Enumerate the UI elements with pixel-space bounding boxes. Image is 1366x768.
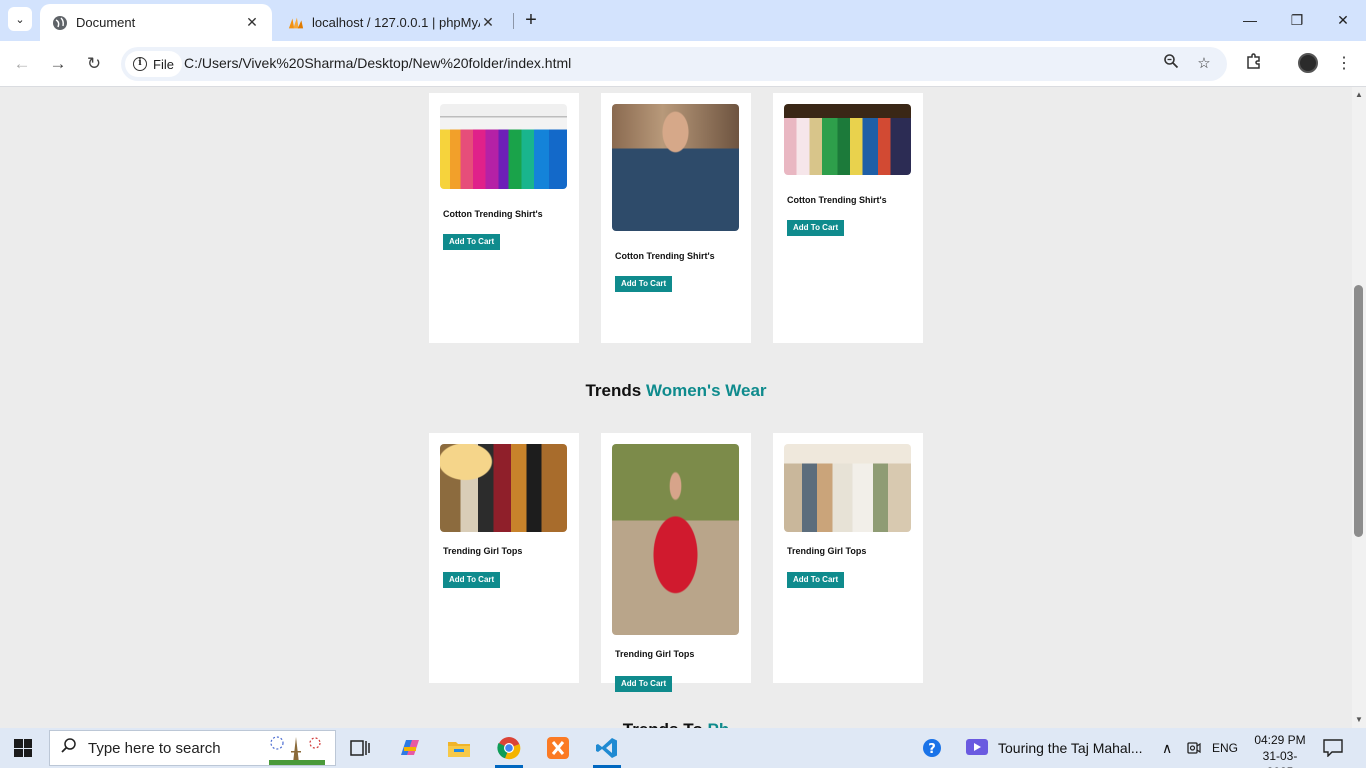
search-icon xyxy=(60,737,78,760)
product-title: Cotton Trending Shirt's xyxy=(787,195,887,205)
product-card: Trending Girl Tops Add To Cart xyxy=(773,433,923,683)
zoom-icon[interactable] xyxy=(1160,53,1182,75)
tab-divider xyxy=(513,13,514,29)
profile-avatar[interactable] xyxy=(1298,53,1318,73)
help-icon[interactable]: ? xyxy=(922,728,942,768)
product-card: Cotton Trending Shirt's Add To Cart xyxy=(601,93,751,343)
minimize-icon[interactable]: — xyxy=(1236,8,1264,32)
chrome-icon[interactable] xyxy=(489,732,529,768)
section-heading-womens-wear: Trends Women's Wear xyxy=(0,381,1352,401)
add-to-cart-button[interactable]: Add To Cart xyxy=(443,572,501,588)
product-card: Cotton Trending Shirt's Add To Cart xyxy=(429,93,579,343)
forward-arrow-icon[interactable]: → xyxy=(46,52,70,76)
vscode-icon[interactable] xyxy=(587,732,627,768)
task-view-icon[interactable] xyxy=(340,732,380,764)
page-content: Cotton Trending Shirt's Add To Cart Cott… xyxy=(0,87,1352,728)
taskbar-search-box[interactable]: Type here to search xyxy=(49,730,336,766)
reload-icon[interactable]: ↻ xyxy=(82,52,106,76)
new-tab-button[interactable]: + xyxy=(520,9,542,31)
windows-start-icon[interactable] xyxy=(14,739,32,757)
product-image xyxy=(612,104,739,231)
video-play-icon xyxy=(966,738,988,758)
extensions-icon[interactable] xyxy=(1242,52,1266,76)
close-tab-icon[interactable]: ✕ xyxy=(244,14,260,31)
phpmyadmin-icon xyxy=(288,15,304,31)
tab-strip: ⌄ Document ✕ localhost / 127.0.0.1 | php… xyxy=(0,0,1366,41)
copilot-icon[interactable] xyxy=(390,732,430,764)
close-window-icon[interactable]: ✕ xyxy=(1329,8,1357,32)
product-card: Trending Girl Tops Add To Cart xyxy=(601,433,751,692)
eiffel-tower-icon xyxy=(265,733,329,765)
product-title: Trending Girl Tops xyxy=(615,649,695,659)
more-menu-icon[interactable]: ⋮ xyxy=(1332,52,1356,76)
clock-date: 31-03-2025 xyxy=(1262,749,1298,768)
add-to-cart-button[interactable]: Add To Cart xyxy=(787,220,845,236)
url-text[interactable]: C:/Users/Vivek%20Sharma/Desktop/New%20fo… xyxy=(184,55,571,71)
product-image xyxy=(440,104,567,189)
heading-prefix: Trends xyxy=(585,381,642,400)
media-widget[interactable]: Touring the Taj Mahal... xyxy=(966,728,1143,768)
notifications-icon[interactable] xyxy=(1323,728,1343,768)
camera-tray-icon[interactable] xyxy=(1187,728,1201,768)
add-to-cart-button[interactable]: Add To Cart xyxy=(615,276,673,292)
product-image xyxy=(612,444,739,635)
windows-taskbar: Type here to search ? Touring the Taj Ma… xyxy=(0,728,1366,768)
tray-chevron-up-icon[interactable]: ∧ xyxy=(1162,728,1172,768)
add-to-cart-button[interactable]: Add To Cart xyxy=(443,234,501,250)
add-to-cart-button[interactable]: Add To Cart xyxy=(615,676,673,692)
heading-prefix: Trends To xyxy=(623,720,703,728)
product-title: Trending Girl Tops xyxy=(787,546,867,556)
svg-text:?: ? xyxy=(928,742,936,757)
heading-accent: Ph xyxy=(707,720,729,728)
chevron-down-icon: ⌄ xyxy=(15,13,25,26)
address-bar[interactable]: i File C:/Users/Vivek%20Sharma/Desktop/N… xyxy=(121,47,1227,81)
xampp-icon[interactable] xyxy=(538,732,578,764)
product-image xyxy=(440,444,567,532)
tab-search-button[interactable]: ⌄ xyxy=(8,7,32,31)
section-heading-partial: Trends To Ph xyxy=(0,720,1352,728)
scroll-up-arrow-icon[interactable]: ▲ xyxy=(1355,91,1363,99)
scrollbar-thumb[interactable] xyxy=(1354,285,1363,537)
bookmark-star-icon[interactable]: ☆ xyxy=(1193,53,1215,75)
product-title: Trending Girl Tops xyxy=(443,546,523,556)
tab-title: localhost / 127.0.0.1 | phpMyAd xyxy=(312,15,480,30)
restore-icon[interactable]: ❐ xyxy=(1283,8,1311,32)
site-info-label: File xyxy=(153,56,174,72)
globe-icon xyxy=(52,15,68,31)
product-image xyxy=(784,444,911,532)
tab-title: Document xyxy=(76,15,136,30)
product-title: Cotton Trending Shirt's xyxy=(615,251,715,261)
tab-document[interactable]: Document ✕ xyxy=(40,4,272,41)
site-info-chip[interactable]: i File xyxy=(125,51,182,77)
tab-phpmyadmin[interactable]: localhost / 127.0.0.1 | phpMyAd ✕ xyxy=(276,4,508,41)
clock-time: 04:29 PM xyxy=(1254,733,1306,747)
system-clock[interactable]: 04:29 PM 31-03-2025 xyxy=(1250,732,1310,768)
product-card: Trending Girl Tops Add To Cart xyxy=(429,433,579,683)
scroll-down-arrow-icon[interactable]: ▼ xyxy=(1355,716,1363,724)
media-title: Touring the Taj Mahal... xyxy=(998,740,1143,756)
close-tab-icon[interactable]: ✕ xyxy=(480,14,496,31)
product-image xyxy=(784,104,911,175)
info-icon: i xyxy=(133,57,147,71)
product-card: Cotton Trending Shirt's Add To Cart xyxy=(773,93,923,343)
search-placeholder: Type here to search xyxy=(88,739,221,757)
vertical-scrollbar[interactable]: ▲ ▼ xyxy=(1352,87,1366,728)
back-arrow-icon[interactable]: ← xyxy=(10,52,34,76)
heading-accent: Women's Wear xyxy=(645,381,767,400)
browser-toolbar: ← → ↻ i File C:/Users/Vivek%20Sharma/Des… xyxy=(0,41,1366,87)
file-explorer-icon[interactable] xyxy=(439,732,479,764)
language-indicator[interactable]: ENG xyxy=(1212,728,1238,768)
add-to-cart-button[interactable]: Add To Cart xyxy=(787,572,845,588)
product-title: Cotton Trending Shirt's xyxy=(443,209,543,219)
